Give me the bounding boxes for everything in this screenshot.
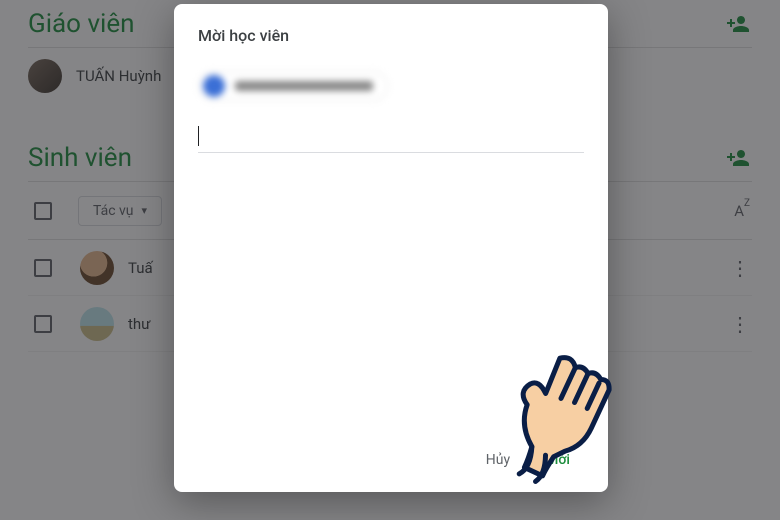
cancel-button[interactable]: Hủy xyxy=(472,444,524,476)
dialog-footer: Hủy Mời xyxy=(198,436,584,482)
invite-button[interactable]: Mời xyxy=(532,444,584,476)
chip-text xyxy=(235,81,373,91)
recipient-chip[interactable] xyxy=(198,71,584,101)
email-input[interactable] xyxy=(198,119,584,153)
invite-students-dialog: Mời học viên Hủy Mời xyxy=(174,4,608,492)
avatar xyxy=(203,75,225,97)
text-caret xyxy=(198,126,199,146)
dialog-title: Mời học viên xyxy=(198,26,584,45)
